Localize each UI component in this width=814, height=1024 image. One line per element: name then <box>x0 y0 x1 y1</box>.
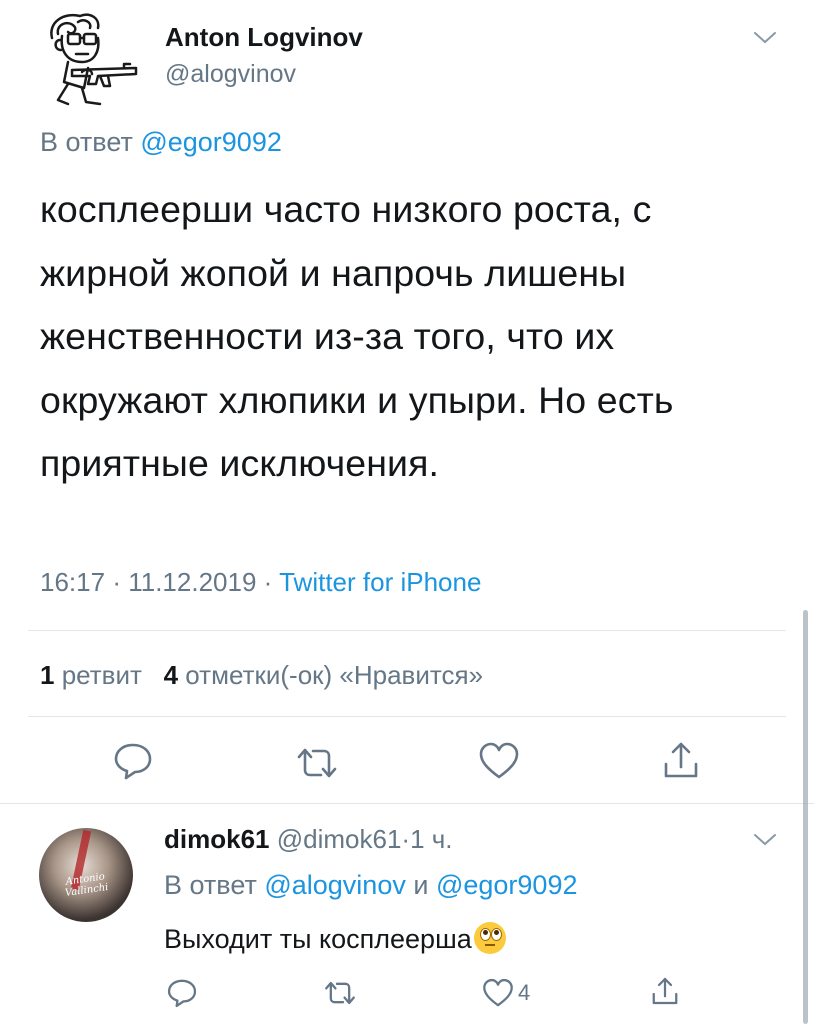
reply-author-name[interactable]: dimok61 <box>164 824 270 854</box>
reply-author-handle[interactable]: @dimok61 <box>277 824 402 854</box>
reply-retweet-button[interactable] <box>323 980 357 1006</box>
engagement-stats: 1 ретвит 4 отметки(-ок) «Нравится» <box>40 660 483 691</box>
replying-prefix: В ответ <box>40 127 133 157</box>
likes-stat[interactable]: 4 отметки(-ок) «Нравится» <box>164 660 483 690</box>
reply-time: 1 ч. <box>410 824 453 854</box>
retweet-icon <box>297 748 337 778</box>
share-button[interactable] <box>661 740 701 780</box>
divider <box>28 716 786 717</box>
replying-to-line: В ответ @egor9092 <box>40 127 282 158</box>
reply-reply-button[interactable] <box>166 978 198 1008</box>
chevron-down-icon <box>754 32 776 44</box>
like-button[interactable] <box>478 742 520 780</box>
avatar-signature: Antonio Vallinchi <box>64 871 110 899</box>
tweet-text: косплеерши часто низкого роста, с жирной… <box>40 178 785 496</box>
replying-prefix: В ответ <box>164 870 257 900</box>
reply-text-body: Выходит ты косплеерша <box>164 924 472 954</box>
meta-separator: · <box>112 567 121 597</box>
retweet-icon <box>325 981 355 1005</box>
replying-to-link[interactable]: @egor9092 <box>436 870 578 900</box>
chevron-down-icon <box>754 834 776 846</box>
reply-menu-button[interactable] <box>752 832 778 853</box>
reply-icon <box>167 979 197 1008</box>
replying-to-link[interactable]: @egor9092 <box>140 127 282 157</box>
replying-conjunction: и <box>413 870 429 900</box>
like-icon <box>483 978 513 1007</box>
rolling-eyes-emoji-icon <box>473 922 506 954</box>
tweet-text-line: приятные исключения. <box>40 442 440 484</box>
retweet-button[interactable] <box>295 746 339 780</box>
likes-count: 4 <box>163 660 179 690</box>
divider <box>28 630 786 631</box>
reply-share-button[interactable] <box>650 975 680 1007</box>
share-icon <box>652 977 678 1005</box>
reply-button[interactable] <box>112 742 154 780</box>
meta-separator: · <box>263 567 273 597</box>
author-avatar[interactable] <box>38 8 148 108</box>
tweet-text-line: женственности из-за того, что их <box>40 315 615 357</box>
tweet-metadata: 16:17 · 11.12.2019 · Twitter for iPhone <box>40 567 481 598</box>
tweet-date: 11.12.2019 <box>128 567 257 597</box>
divider <box>0 803 814 804</box>
replying-to-link[interactable]: @alogvinov <box>264 870 406 900</box>
avatar-illustration <box>50 13 138 106</box>
likes-label: отметки(-ок) «Нравится» <box>185 660 484 690</box>
reply-text: Выходит ты косплеерша <box>164 922 506 955</box>
share-icon <box>664 742 698 778</box>
retweets-stat[interactable]: 1 ретвит <box>40 660 142 690</box>
reply-author-avatar[interactable]: Antonio Vallinchi <box>39 828 133 922</box>
retweets-count: 1 <box>40 660 55 690</box>
tweet-menu-button[interactable] <box>752 30 778 51</box>
reply-like-button[interactable]: 4 <box>482 978 530 1008</box>
reply-replying-to-line: В ответ @alogvinov и @egor9092 <box>164 870 577 901</box>
meta-separator: · <box>401 824 411 854</box>
tweet-text-line: жирной жопой и напрочь лишены <box>40 251 627 294</box>
retweets-label: ретвит <box>61 660 142 690</box>
tweet-time: 16:17 <box>40 567 106 597</box>
reply-header: dimok61 @dimok61·1 ч. <box>164 824 453 855</box>
like-icon <box>479 742 519 779</box>
tweet-source-link[interactable]: Twitter for iPhone <box>279 567 481 597</box>
tweet-text-line: косплеерши часто низкого роста, с <box>40 188 652 230</box>
tweet-text-line: окружают хлюпики и упыри. Но есть <box>40 378 674 421</box>
scrollbar[interactable] <box>803 610 808 1024</box>
reply-like-count: 4 <box>518 980 531 1005</box>
reply-icon <box>114 743 152 780</box>
author-name[interactable]: Anton Logvinov <box>165 22 363 53</box>
author-handle[interactable]: @alogvinov <box>165 60 296 89</box>
